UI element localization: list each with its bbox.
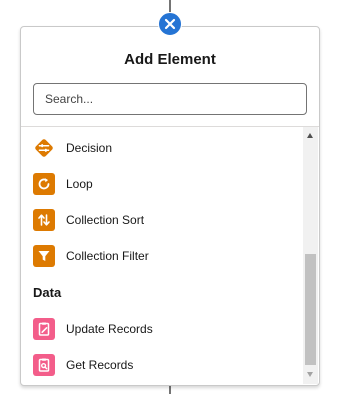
list-item-label: Decision: [66, 141, 113, 155]
loop-icon: [33, 173, 55, 195]
section-title-data: Data: [33, 285, 62, 300]
close-icon: [164, 18, 176, 30]
panel-header: Add Element: [21, 27, 319, 127]
list-item-update-records[interactable]: Update Records: [33, 314, 293, 344]
scrollbar-thumb[interactable]: [305, 254, 316, 365]
element-list: Decision Loop Collection Sort Collection…: [21, 127, 303, 385]
list-item-get-records[interactable]: Get Records: [33, 350, 293, 380]
sort-icon: [33, 209, 55, 231]
list-item-label: Loop: [66, 177, 93, 191]
update-records-icon: [33, 318, 55, 340]
list-item-collection-filter[interactable]: Collection Filter: [33, 241, 293, 271]
add-element-panel: Add Element Decision Loop: [20, 26, 320, 386]
list-item-label: Update Records: [66, 322, 153, 336]
filter-icon: [33, 245, 55, 267]
list-item-label: Collection Sort: [66, 213, 145, 227]
list-item-loop[interactable]: Loop: [33, 169, 293, 199]
close-button[interactable]: [158, 12, 182, 36]
search-input[interactable]: [33, 83, 307, 115]
scroll-up-arrow-icon[interactable]: [307, 133, 313, 138]
scroll-down-arrow-icon[interactable]: [307, 372, 313, 377]
list-item-collection-sort[interactable]: Collection Sort: [33, 205, 293, 235]
list-item-decision[interactable]: Decision: [33, 133, 293, 163]
decision-icon: [33, 137, 55, 159]
panel-title: Add Element: [124, 51, 216, 68]
list-item-label: Collection Filter: [66, 249, 149, 263]
list-scrollbar[interactable]: [303, 127, 318, 384]
list-item-label: Get Records: [66, 358, 134, 372]
get-records-icon: [33, 354, 55, 376]
